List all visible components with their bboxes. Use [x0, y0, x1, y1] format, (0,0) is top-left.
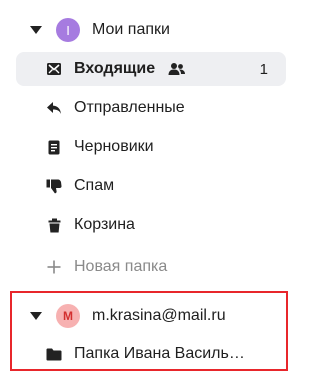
account-header-my-folders[interactable]: I Мои папки: [16, 13, 286, 47]
shared-users-icon: [167, 59, 187, 79]
avatar: I: [56, 18, 80, 42]
folder-label: Корзина: [74, 216, 135, 233]
caret-down-icon[interactable]: [30, 26, 42, 34]
thumbs-down-icon: [44, 176, 64, 196]
folder-drafts[interactable]: Черновики: [16, 130, 286, 164]
account-header-krasina[interactable]: M m.krasina@mail.ru: [16, 299, 286, 333]
folder-label: Входящие: [74, 60, 156, 77]
new-folder-button[interactable]: Новая папка: [16, 250, 286, 284]
new-folder-label: Новая папка: [74, 258, 168, 275]
reply-icon: [44, 98, 64, 118]
trash-icon: [44, 215, 64, 235]
draft-icon: [44, 137, 64, 157]
folder-label: Спам: [74, 177, 115, 194]
folder-label: Отправленные: [74, 99, 185, 116]
folder-ivan[interactable]: Папка Ивана Василь…: [16, 337, 286, 371]
folder-spam[interactable]: Спам: [16, 169, 286, 203]
folder-icon: [44, 344, 64, 364]
account-name: Мои папки: [92, 21, 170, 38]
caret-down-icon[interactable]: [30, 312, 42, 320]
folder-sent[interactable]: Отправленные: [16, 91, 286, 125]
folder-trash[interactable]: Корзина: [16, 208, 286, 242]
unread-count: 1: [259, 60, 268, 78]
account-name: m.krasina@mail.ru: [92, 307, 226, 324]
folder-inbox[interactable]: Входящие 1: [16, 52, 286, 86]
inbox-icon: [44, 59, 64, 79]
folder-label: Папка Ивана Василь…: [74, 345, 245, 362]
avatar: M: [56, 304, 80, 328]
plus-icon: [44, 257, 64, 277]
folder-label: Черновики: [74, 138, 154, 155]
